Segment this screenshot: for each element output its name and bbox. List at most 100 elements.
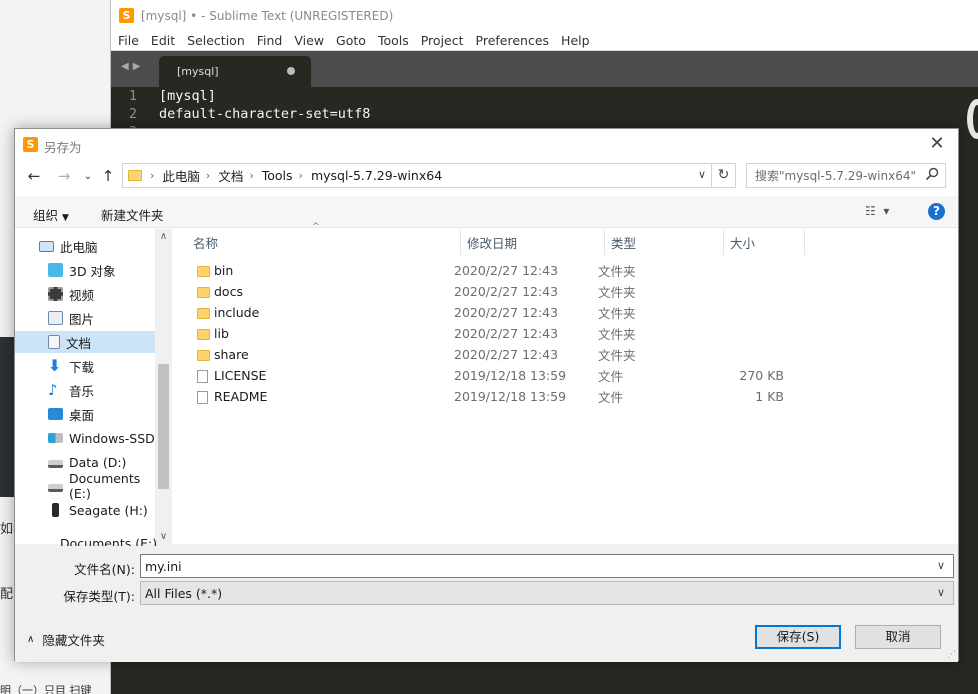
- chevron-down-icon[interactable]: ∨: [937, 586, 945, 599]
- file-row[interactable]: docs 2020/2/27 12:43 文件夹: [177, 281, 957, 302]
- column-header-date[interactable]: 修改日期: [461, 229, 605, 255]
- desktop-icon: [48, 408, 63, 420]
- nav-item-windows-ssd[interactable]: Windows-SSD: [15, 427, 155, 449]
- save-button[interactable]: 保存(S): [755, 625, 841, 649]
- chevron-down-icon[interactable]: ∨: [937, 559, 945, 572]
- nav-item-label: 图片: [69, 311, 95, 327]
- hide-folders-toggle[interactable]: ∧ 隐藏文件夹: [27, 630, 105, 649]
- breadcrumb-tools[interactable]: Tools: [262, 168, 293, 183]
- column-header-name[interactable]: 名称: [177, 229, 461, 255]
- chevron-up-icon: ∧: [27, 634, 35, 645]
- line-number: 1: [128, 88, 137, 104]
- code-line: 1 [mysql]: [111, 87, 978, 105]
- filename-label: 文件名(N):: [74, 562, 135, 577]
- menu-project[interactable]: Project: [421, 33, 464, 48]
- file-row[interactable]: share 2020/2/27 12:43 文件夹: [177, 344, 957, 365]
- menu-tools[interactable]: Tools: [378, 33, 409, 48]
- file-date: 2020/2/27 12:43: [454, 263, 559, 278]
- file-type: 文件夹: [598, 348, 636, 363]
- file-row[interactable]: include 2020/2/27 12:43 文件夹: [177, 302, 957, 323]
- file-row[interactable]: bin 2020/2/27 12:43 文件夹: [177, 260, 957, 281]
- nav-item-desktop[interactable]: 桌面: [15, 403, 155, 425]
- tab-nav-arrows-icon[interactable]: ◀▶: [121, 61, 144, 72]
- background-dark-block: [0, 337, 14, 497]
- background-text-fragment: 明（一）只目 扫键: [0, 684, 92, 694]
- hide-folders-label: 隐藏文件夹: [42, 633, 105, 648]
- nav-item-seagate-h[interactable]: Seagate (H:): [15, 499, 155, 521]
- menu-find[interactable]: Find: [257, 33, 283, 48]
- file-size: 270 KB: [739, 368, 784, 383]
- new-folder-button[interactable]: 新建文件夹: [101, 205, 164, 224]
- nav-item-3d-objects[interactable]: 3D 对象: [15, 259, 155, 281]
- nav-item-videos[interactable]: 视频: [15, 283, 155, 305]
- file-date: 2020/2/27 12:43: [454, 305, 559, 320]
- menu-help[interactable]: Help: [561, 33, 590, 48]
- cancel-button[interactable]: 取消: [855, 625, 941, 649]
- menu-edit[interactable]: Edit: [151, 33, 175, 48]
- scroll-down-icon[interactable]: ∨: [155, 531, 172, 542]
- scrollbar-thumb[interactable]: [158, 364, 169, 489]
- scroll-up-icon[interactable]: ∧: [155, 231, 172, 242]
- help-icon[interactable]: ?: [928, 203, 945, 220]
- breadcrumb-documents[interactable]: 文档: [218, 166, 243, 185]
- close-icon[interactable]: ✕: [926, 133, 948, 154]
- organize-button[interactable]: 组织 ▼: [33, 205, 69, 224]
- sublime-menubar: File Edit Selection Find View Goto Tools…: [111, 31, 978, 51]
- sublime-logo-icon: S: [119, 8, 134, 23]
- address-bar[interactable]: › 此电脑 › 文档 › Tools › mysql-5.7.29-winx64…: [122, 163, 712, 188]
- sublime-tabbar: ◀▶ [mysql]: [111, 51, 978, 87]
- menu-file[interactable]: File: [118, 33, 139, 48]
- chevron-right-icon[interactable]: ›: [206, 169, 210, 182]
- file-date: 2020/2/27 12:43: [454, 347, 559, 362]
- code-text: default-character-set=utf8: [159, 106, 371, 122]
- folder-icon: [197, 329, 210, 340]
- nav-item-documents[interactable]: 文档: [15, 331, 155, 353]
- file-type: 文件: [598, 390, 624, 405]
- nav-item-label: 文档: [66, 335, 92, 351]
- nav-item-downloads[interactable]: ⬇ 下载: [15, 355, 155, 377]
- file-row[interactable]: LICENSE 2019/12/18 13:59 文件 270 KB: [177, 365, 957, 386]
- nav-item-pictures[interactable]: 图片: [15, 307, 155, 329]
- view-options-icon[interactable]: ☷ ▾: [865, 204, 905, 220]
- menu-preferences[interactable]: Preferences: [476, 33, 550, 48]
- search-icon[interactable]: [925, 167, 939, 181]
- picture-icon: [48, 311, 63, 325]
- column-header-size[interactable]: 大小: [724, 229, 805, 255]
- search-input[interactable]: 搜索"mysql-5.7.29-winx64": [746, 163, 946, 188]
- file-name: bin: [214, 263, 234, 278]
- up-arrow-icon[interactable]: ↑: [97, 167, 119, 185]
- background-text-fragment: 配: [0, 587, 14, 602]
- resize-grip-icon[interactable]: ⋰: [947, 650, 956, 660]
- chevron-right-icon[interactable]: ›: [299, 169, 303, 182]
- nav-item-data-d[interactable]: Data (D:): [15, 451, 155, 473]
- menu-view[interactable]: View: [294, 33, 324, 48]
- editor-tab[interactable]: [mysql]: [159, 56, 311, 87]
- sublime-logo-icon: S: [23, 137, 38, 152]
- chevron-right-icon[interactable]: ›: [249, 169, 253, 182]
- forward-arrow-icon[interactable]: →: [53, 167, 75, 185]
- chevron-down-icon[interactable]: ∨: [698, 168, 706, 181]
- nav-item-music[interactable]: ♪ 音乐: [15, 379, 155, 401]
- menu-goto[interactable]: Goto: [336, 33, 366, 48]
- download-icon: ⬇: [48, 356, 62, 375]
- menu-selection[interactable]: Selection: [187, 33, 245, 48]
- folder-icon: [128, 170, 142, 181]
- recent-locations-chevron-icon[interactable]: ⌄: [77, 171, 99, 182]
- file-type: 文件夹: [598, 306, 636, 321]
- file-row[interactable]: README 2019/12/18 13:59 文件 1 KB: [177, 386, 957, 407]
- breadcrumb-mysql[interactable]: mysql-5.7.29-winx64: [311, 168, 442, 183]
- navigation-scrollbar[interactable]: ∧ ∨: [155, 229, 172, 544]
- file-row[interactable]: lib 2020/2/27 12:43 文件夹: [177, 323, 957, 344]
- filetype-select[interactable]: All Files (*.*): [140, 581, 954, 605]
- filename-input[interactable]: [140, 554, 954, 578]
- unsaved-dot-icon[interactable]: [287, 67, 295, 75]
- refresh-icon[interactable]: ↻: [712, 163, 736, 188]
- back-arrow-icon[interactable]: ←: [23, 167, 45, 185]
- breadcrumb-this-pc[interactable]: 此电脑: [162, 166, 200, 185]
- nav-item-documents-e[interactable]: Documents (E:): [15, 471, 155, 501]
- nav-item-label: 此电脑: [60, 239, 98, 255]
- chevron-right-icon[interactable]: ›: [150, 169, 154, 182]
- column-header-type[interactable]: 类型: [605, 229, 724, 255]
- nav-item-this-pc[interactable]: 此电脑: [15, 235, 155, 257]
- column-header-label: 修改日期: [467, 235, 518, 251]
